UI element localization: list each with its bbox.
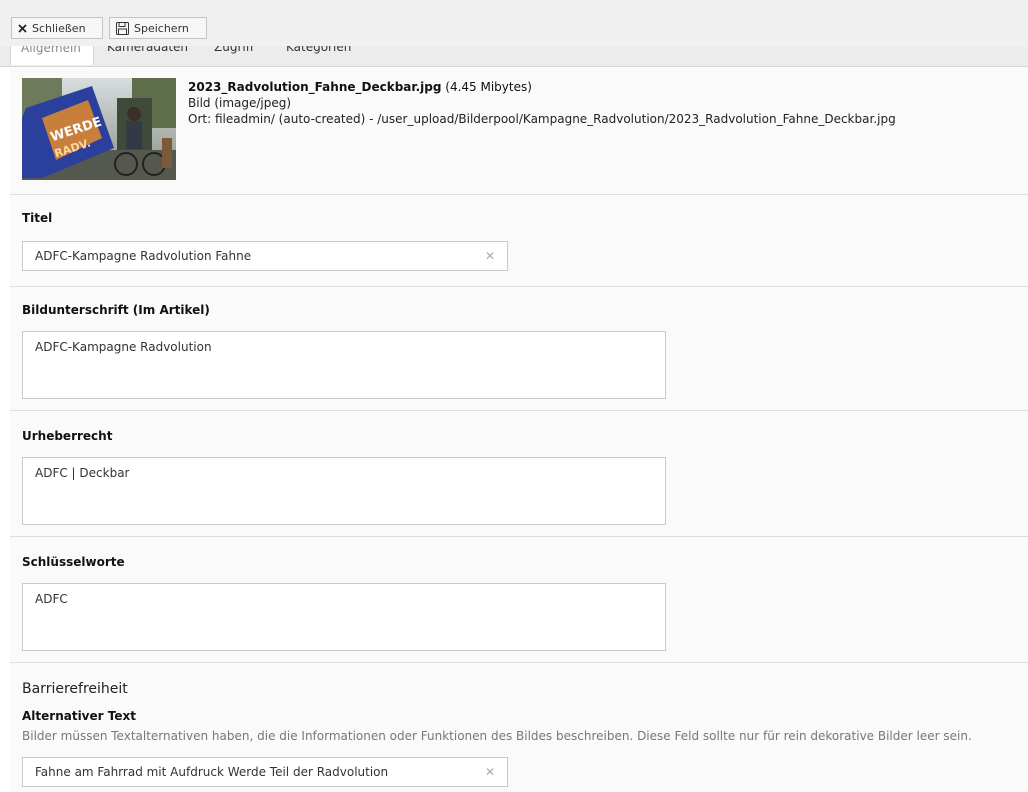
copyright-label: Urheberrecht: [22, 429, 113, 443]
title-input[interactable]: ADFC-Kampagne Radvolution Fahne ✕: [22, 241, 508, 271]
title-section: Titel ADFC-Kampagne Radvolution Fahne ✕: [10, 194, 1028, 286]
save-icon: [116, 21, 129, 35]
file-info-section: WERDE RADV. 2023_Radvolution_Fahne_Deckb…: [10, 66, 1028, 194]
alt-text-label: Alternativer Text: [22, 709, 136, 723]
save-button-label: Speichern: [134, 21, 189, 35]
alt-text-value: Fahne am Fahrrad mit Aufdruck Werde Teil…: [35, 765, 389, 779]
caption-textarea[interactable]: ADFC-Kampagne Radvolution: [22, 331, 666, 399]
clear-icon[interactable]: ✕: [485, 249, 495, 263]
save-button[interactable]: Speichern: [109, 17, 207, 39]
tab-zugriff[interactable]: Zugriff: [204, 46, 264, 65]
keywords-value: ADFC: [35, 592, 68, 606]
keywords-textarea[interactable]: ADFC: [22, 583, 666, 651]
title-label: Titel: [22, 211, 53, 225]
accessibility-title: Barrierefreiheit: [22, 681, 128, 697]
copyright-textarea[interactable]: ADFC | Deckbar: [22, 457, 666, 525]
tab-allgemein[interactable]: Allgemein: [10, 46, 94, 65]
clear-icon[interactable]: ✕: [485, 765, 495, 779]
image-thumbnail: WERDE RADV.: [22, 78, 176, 180]
tab-kategorien[interactable]: Kategorien: [276, 46, 361, 65]
title-input-value: ADFC-Kampagne Radvolution Fahne: [35, 249, 252, 263]
copyright-section: Urheberrecht ADFC | Deckbar: [10, 410, 1028, 536]
file-location: Ort: fileadmin/ (auto-created) - /user_u…: [188, 112, 896, 126]
caption-value: ADFC-Kampagne Radvolution: [35, 340, 212, 354]
accessibility-section: Barrierefreiheit Alternativer Text Bilde…: [10, 662, 1028, 792]
close-icon: [18, 23, 27, 33]
alt-text-input[interactable]: Fahne am Fahrrad mit Aufdruck Werde Teil…: [22, 757, 508, 787]
keywords-section: Schlüsselworte ADFC: [10, 536, 1028, 662]
alt-text-description: Bilder müssen Textalternativen haben, di…: [22, 729, 972, 743]
toolbar: Schließen Speichern: [0, 0, 1028, 46]
file-size: (4.45 Mibytes): [445, 80, 532, 94]
copyright-value: ADFC | Deckbar: [35, 466, 130, 480]
file-name-line: 2023_Radvolution_Fahne_Deckbar.jpg (4.45…: [188, 80, 532, 94]
caption-section: Bildunterschrift (Im Artikel) ADFC-Kampa…: [10, 286, 1028, 410]
keywords-label: Schlüsselworte: [22, 555, 125, 569]
file-type: Bild (image/jpeg): [188, 96, 292, 110]
tab-bar: Allgemein Kameradaten Zugriff Kategorien: [0, 46, 1028, 67]
close-button[interactable]: Schließen: [11, 17, 103, 39]
caption-label: Bildunterschrift (Im Artikel): [22, 303, 210, 317]
tab-kameradaten[interactable]: Kameradaten: [97, 46, 198, 65]
close-button-label: Schließen: [32, 21, 86, 35]
file-name: 2023_Radvolution_Fahne_Deckbar.jpg: [188, 80, 442, 94]
